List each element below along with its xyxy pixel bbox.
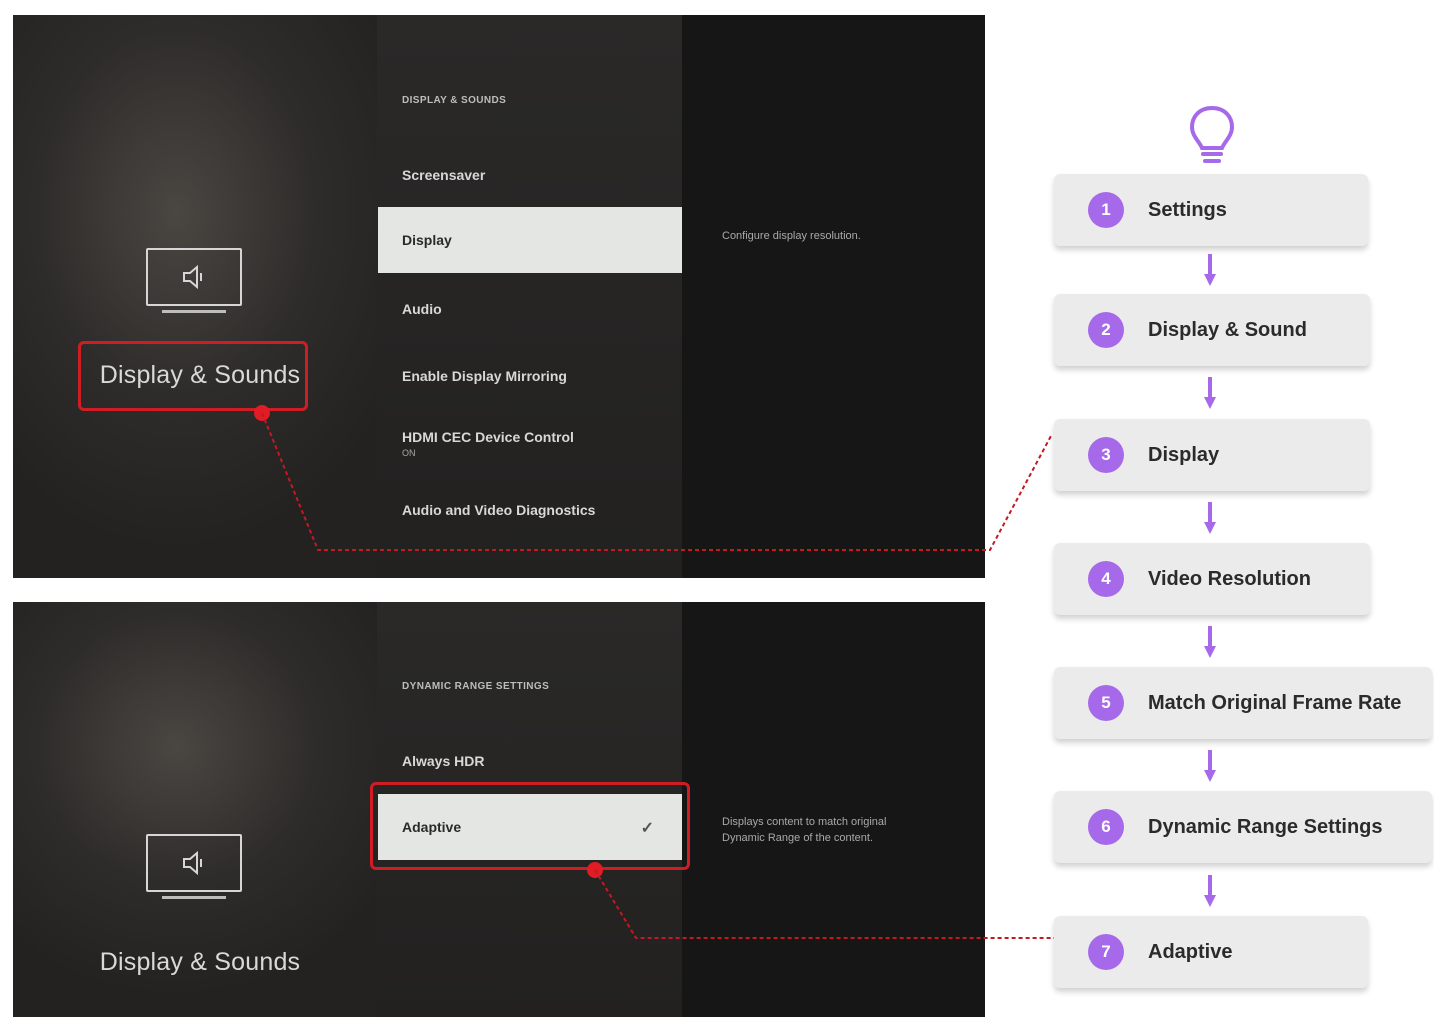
step-3: 3 Display bbox=[1054, 419, 1370, 491]
step-4: 4 Video Resolution bbox=[1054, 543, 1370, 615]
arrow-down-icon bbox=[1204, 502, 1216, 534]
arrow-down-icon bbox=[1204, 254, 1216, 286]
step-7: 7 Adaptive bbox=[1054, 916, 1368, 988]
step-1: 1 Settings bbox=[1054, 174, 1368, 246]
step-2: 2 Display & Sound bbox=[1054, 294, 1370, 366]
step-number: 6 bbox=[1088, 809, 1124, 845]
step-label: Settings bbox=[1148, 198, 1227, 221]
step-number: 5 bbox=[1088, 685, 1124, 721]
step-number: 3 bbox=[1088, 437, 1124, 473]
step-label: Match Original Frame Rate bbox=[1148, 691, 1402, 714]
lightbulb-icon bbox=[1189, 105, 1235, 163]
step-number: 4 bbox=[1088, 561, 1124, 597]
step-number: 2 bbox=[1088, 312, 1124, 348]
arrow-down-icon bbox=[1204, 875, 1216, 907]
arrow-down-icon bbox=[1204, 626, 1216, 658]
step-6: 6 Dynamic Range Settings bbox=[1054, 791, 1432, 863]
step-5: 5 Match Original Frame Rate bbox=[1054, 667, 1432, 739]
step-label: Video Resolution bbox=[1148, 567, 1311, 590]
step-number: 1 bbox=[1088, 192, 1124, 228]
step-label: Dynamic Range Settings bbox=[1148, 815, 1383, 838]
step-label: Adaptive bbox=[1148, 940, 1233, 963]
arrow-down-icon bbox=[1204, 750, 1216, 782]
step-number: 7 bbox=[1088, 934, 1124, 970]
step-label: Display bbox=[1148, 443, 1220, 466]
step-label: Display & Sound bbox=[1148, 318, 1307, 341]
arrow-down-icon bbox=[1204, 377, 1216, 409]
